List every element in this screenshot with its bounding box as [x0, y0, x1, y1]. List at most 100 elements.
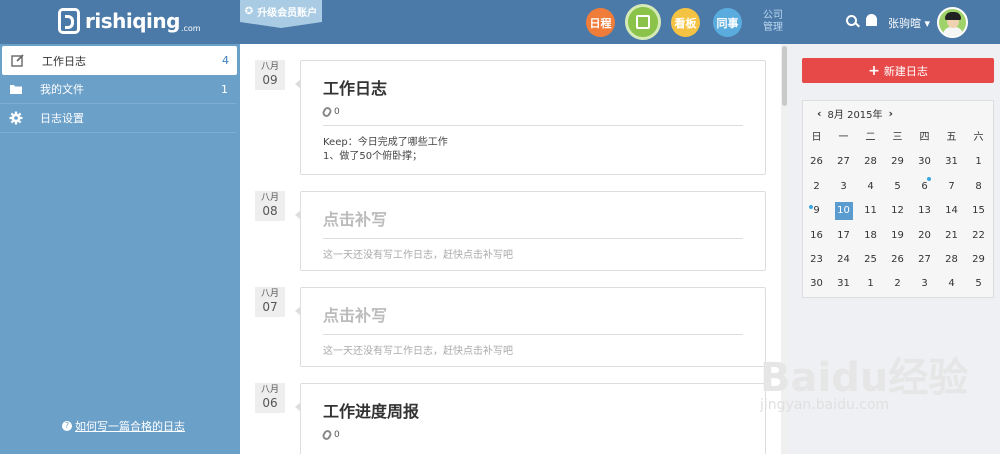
calendar-day[interactable]: 3 — [911, 272, 938, 296]
chevron-right-icon[interactable]: › — [889, 107, 894, 120]
calendar-day[interactable]: 10 — [830, 199, 857, 223]
nav-schedule-button[interactable]: 日程 — [586, 8, 615, 37]
calendar-day[interactable]: 2 — [884, 272, 911, 296]
calendar-day[interactable]: 1 — [857, 272, 884, 296]
calendar-day-number: 15 — [972, 205, 985, 217]
calendar-day[interactable]: 17 — [830, 224, 857, 248]
log-card[interactable]: 工作进度周报 0 — [295, 383, 766, 454]
logo[interactable]: rishiqing .com — [58, 8, 201, 34]
calendar-day[interactable]: 26 — [803, 150, 830, 174]
calendar-day[interactable]: 3 — [830, 175, 857, 199]
company-admin-link[interactable]: 公司管理 — [763, 10, 783, 34]
calendar-day-number: 4 — [867, 180, 874, 192]
user-menu[interactable]: 张驹暄 ▾ — [888, 15, 930, 31]
calendar-day[interactable]: 16 — [803, 224, 830, 248]
calendar-day[interactable]: 20 — [911, 224, 938, 248]
gear-icon — [9, 111, 23, 125]
calendar-day-number: 23 — [810, 253, 823, 265]
sidebar-item-my-files[interactable]: 我的文件 1 — [0, 75, 236, 104]
event-dot-icon — [927, 176, 931, 181]
calendar-day[interactable]: 2 — [803, 175, 830, 199]
backfill-card[interactable]: 点击补写 这一天还没有写工作日志，赶快点击补写吧 — [295, 191, 766, 271]
log-title: 工作进度周报 — [323, 402, 420, 421]
calendar-day[interactable]: 6 — [911, 175, 938, 199]
calendar-day[interactable]: 23 — [803, 248, 830, 272]
sidebar-item-log-settings[interactable]: 日志设置 — [0, 104, 236, 133]
calendar-day[interactable]: 9 — [803, 199, 830, 223]
entry-month: 八月 — [260, 62, 279, 72]
calendar-day[interactable]: 26 — [884, 248, 911, 272]
calendar-day[interactable]: 31 — [938, 150, 965, 174]
bell-icon[interactable] — [866, 14, 877, 26]
attachment-count-value: 0 — [334, 430, 340, 440]
log-card[interactable]: 工作日志 0 Keep：今日完成了哪些工作 1、做了50个俯卧撑； — [295, 60, 766, 175]
attachment-count[interactable]: 0 — [321, 105, 743, 119]
logo-text: rishiqing — [85, 9, 180, 33]
calendar-day[interactable]: 21 — [938, 224, 965, 248]
new-log-button[interactable]: + 新建日志 — [802, 58, 994, 83]
attachment-count[interactable]: 0 — [321, 428, 743, 442]
weekday-header: 六 — [973, 132, 984, 143]
calendar-day[interactable]: 30 — [803, 272, 830, 296]
calendar-day[interactable]: 7 — [938, 175, 965, 199]
calendar-day[interactable]: 27 — [830, 150, 857, 174]
sidebar-item-count: 1 — [221, 82, 228, 96]
calendar-day[interactable]: 12 — [884, 199, 911, 223]
calendar-day[interactable]: 13 — [911, 199, 938, 223]
paperclip-icon — [321, 105, 333, 119]
calendar-day[interactable]: 4 — [938, 272, 965, 296]
calendar-day[interactable]: 8 — [965, 175, 992, 199]
entry-month: 八月 — [260, 385, 279, 395]
calendar-day[interactable]: 15 — [965, 199, 992, 223]
calendar-day-number: 27 — [918, 253, 931, 265]
calendar-day[interactable]: 25 — [857, 248, 884, 272]
upgrade-ribbon[interactable]: ✪ 升级会员账户 — [240, 0, 322, 28]
new-log-label: 新建日志 — [883, 64, 928, 78]
entry-date: 八月 07 — [255, 287, 285, 317]
sidebar-item-work-log[interactable]: 工作日志 4 — [2, 46, 237, 75]
nav-board-button[interactable]: 看板 — [671, 8, 700, 37]
nav-colleagues-label: 同事 — [716, 16, 739, 30]
calendar-day[interactable]: 1 — [965, 150, 992, 174]
calendar-day[interactable]: 24 — [830, 248, 857, 272]
calendar-day[interactable]: 30 — [911, 150, 938, 174]
chevron-left-icon[interactable]: ‹ — [817, 107, 822, 120]
calendar-day[interactable]: 28 — [857, 150, 884, 174]
calendar-day[interactable]: 29 — [884, 150, 911, 174]
avatar[interactable] — [937, 7, 968, 38]
scrollbar-thumb[interactable] — [782, 46, 787, 106]
weekday-header: 五 — [946, 132, 957, 143]
calendar-day[interactable]: 11 — [857, 199, 884, 223]
calendar-day[interactable]: 14 — [938, 199, 965, 223]
help-link[interactable]: ? 如何写一篇合格的日志 — [62, 418, 185, 434]
nav-colleagues-button[interactable]: 同事 — [713, 8, 742, 37]
calendar-day-number: 18 — [864, 229, 877, 241]
calendar-day[interactable]: 19 — [884, 224, 911, 248]
calendar-day[interactable]: 29 — [965, 248, 992, 272]
calendar-day-number: 12 — [891, 205, 904, 217]
weekday-header: 二 — [865, 132, 876, 143]
sidebar-item-count: 4 — [222, 54, 229, 67]
calendar-day-number: 30 — [810, 278, 823, 290]
calendar-day[interactable]: 22 — [965, 224, 992, 248]
entry-day: 06 — [262, 396, 278, 410]
search-icon[interactable] — [846, 15, 857, 26]
calendar-day-number: 26 — [891, 253, 904, 265]
calendar-day[interactable]: 27 — [911, 248, 938, 272]
log-timeline: 八月 09 工作日志 0 Keep：今日完成了哪些工作 1、做了50个俯卧撑； 八月… — [240, 44, 787, 454]
calendar-day[interactable]: 18 — [857, 224, 884, 248]
logo-suffix: .com — [180, 23, 201, 33]
calendar-day[interactable]: 5 — [884, 175, 911, 199]
backfill-card[interactable]: 点击补写 这一天还没有写工作日志，赶快点击补写吧 — [295, 287, 766, 367]
calendar-day[interactable]: 5 — [965, 272, 992, 296]
calendar-day[interactable]: 4 — [857, 175, 884, 199]
calendar-day[interactable]: 31 — [830, 272, 857, 296]
calendar-day[interactable]: 28 — [938, 248, 965, 272]
entry-month: 八月 — [260, 289, 279, 299]
divider — [323, 125, 743, 126]
weekday-header: 四 — [919, 132, 930, 143]
plus-icon: + — [868, 62, 880, 79]
medal-icon: ✪ — [244, 5, 254, 17]
calendar-title: 8月 2015年 — [827, 110, 883, 121]
nav-journal-button[interactable] — [625, 4, 661, 40]
